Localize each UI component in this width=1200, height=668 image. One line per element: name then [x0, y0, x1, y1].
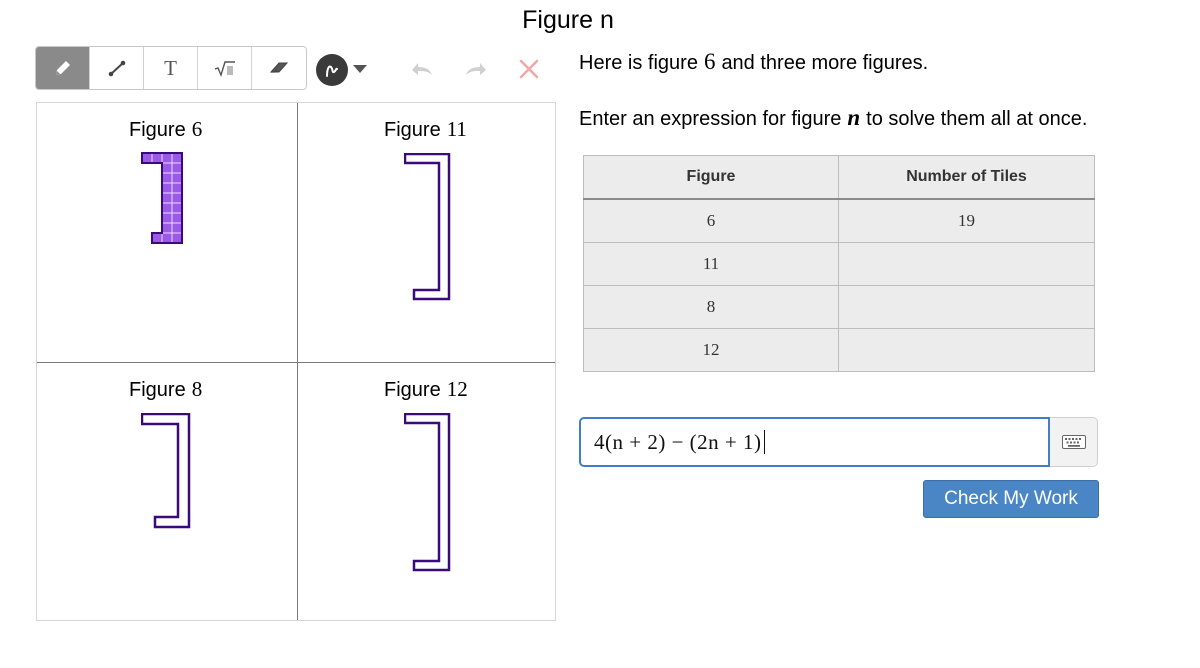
redo-icon[interactable]: [464, 58, 490, 80]
pen-color-button[interactable]: [316, 54, 348, 86]
tile: [151, 232, 163, 244]
eraser-icon: [269, 62, 289, 73]
tile: [161, 152, 173, 164]
tile: [151, 152, 163, 164]
keyboard-icon: [1061, 435, 1086, 449]
tile: [161, 232, 173, 244]
text-tool-button[interactable]: T: [144, 47, 198, 89]
table-row: 12: [583, 328, 1095, 372]
check-my-work-button[interactable]: Check My Work: [923, 480, 1099, 518]
tile: [171, 172, 183, 184]
figure-11-shape: [404, 153, 451, 301]
tile: [171, 232, 183, 244]
prompt-line-1: Here is figure 6 and three more figures.: [579, 49, 929, 74]
pencil-icon: [55, 61, 70, 75]
column-header: Number of Tiles: [838, 155, 1095, 200]
expression-input[interactable]: 4(n + 2) − (2n + 1): [579, 417, 1050, 467]
tile: [161, 192, 173, 204]
tile: [141, 152, 153, 164]
eraser-tool-button[interactable]: [252, 47, 306, 89]
prompt-line-2: Enter an expression for figure n to solve …: [579, 105, 1088, 130]
figure-cell: 8: [583, 285, 839, 329]
tile: [171, 192, 183, 204]
tile: [161, 222, 173, 234]
tile: [171, 202, 183, 214]
pencil-tool-button[interactable]: [36, 47, 90, 89]
figure-8-label: Figure 8: [129, 377, 203, 401]
table-header-row: Figure Number of Tiles: [583, 155, 1095, 200]
undo-icon[interactable]: [408, 58, 434, 80]
tile: [161, 202, 173, 214]
pen-color-icon: [326, 65, 338, 77]
expression-text: 4(n + 2) − (2n + 1): [594, 429, 762, 454]
keyboard-button[interactable]: [1050, 417, 1098, 467]
tile: [161, 162, 173, 174]
tile: [171, 152, 183, 164]
math-icon: [214, 61, 235, 78]
figure-12-label: Figure 12: [384, 377, 468, 401]
tile: [171, 212, 183, 224]
math-tool-button[interactable]: [198, 47, 252, 89]
table-row: 6 19: [583, 198, 1095, 243]
tile: [171, 222, 183, 234]
tile: [171, 182, 183, 194]
tiles-cell: [838, 242, 1095, 286]
figure-8-shape: [141, 413, 191, 529]
figure-cell: 6: [583, 198, 839, 243]
figures-panel: Figure 6 Figure 11 Figure 8 Figure 12: [36, 102, 556, 621]
tile: [161, 172, 173, 184]
figure-12-shape: [404, 413, 451, 572]
close-icon[interactable]: [518, 58, 540, 80]
tiles-table: Figure Number of Tiles 6 19 11 8 12: [583, 155, 1095, 372]
text-caret: [763, 430, 765, 454]
page-title: Figure n: [522, 6, 614, 34]
figure-11-label: Figure 11: [384, 117, 467, 141]
divider: [37, 362, 555, 363]
tile: [161, 182, 173, 194]
table-row: 11: [583, 242, 1095, 286]
tile: [171, 162, 183, 174]
figure-cell: 11: [583, 242, 839, 286]
drawing-toolbar: T: [35, 46, 307, 90]
line-icon: [108, 60, 125, 77]
figure-6-label: Figure 6: [129, 117, 203, 141]
tile: [161, 212, 173, 224]
chevron-down-icon[interactable]: [352, 64, 368, 74]
tiles-cell: [838, 285, 1095, 329]
figure-cell: 12: [583, 328, 839, 372]
tiles-cell: [838, 328, 1095, 372]
text-icon: T: [164, 55, 177, 80]
figure-6-tiles: [141, 152, 183, 244]
column-header: Figure: [583, 155, 839, 200]
line-tool-button[interactable]: [90, 47, 144, 89]
table-row: 8: [583, 285, 1095, 329]
tiles-cell: 19: [838, 198, 1095, 243]
